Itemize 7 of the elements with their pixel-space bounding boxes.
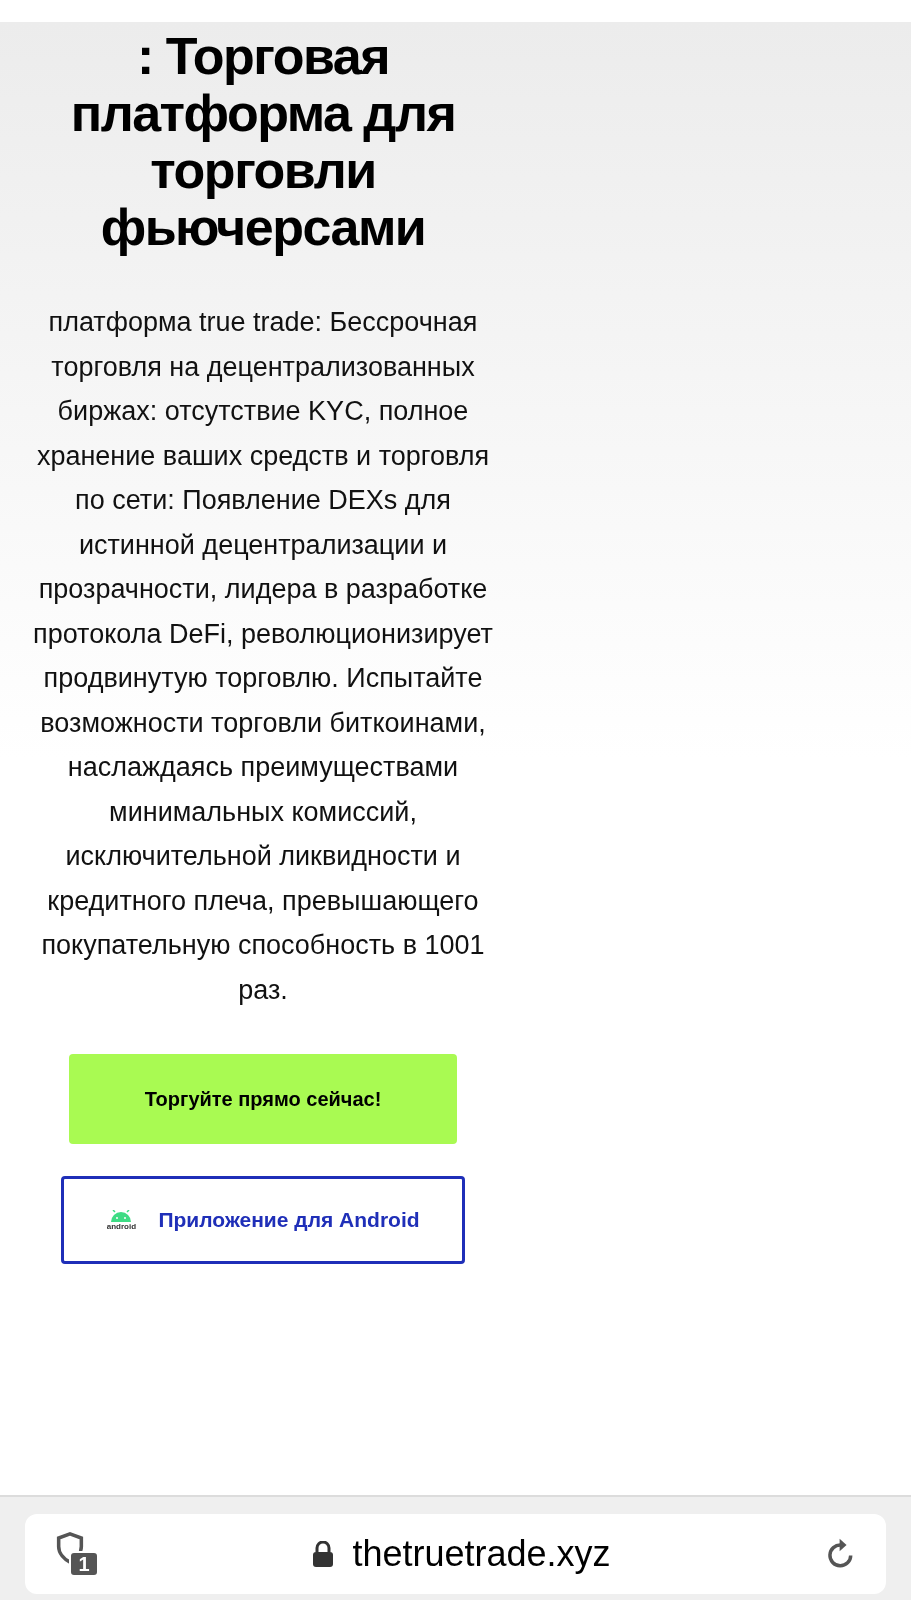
lock-icon <box>312 1541 335 1567</box>
page-title: : Торговая платформа для торговли фьючерсами <box>69 28 457 256</box>
address-bar[interactable]: 1 thetruetrade.xyz <box>25 1514 886 1594</box>
description: платформа true trade: Бессрочная торговля на децентрализованных биржах: отсутствие KYC, полное хранение ваших средств и торговля по сети: Появление DEXs для истинной децентрализации и прозрачности, лидера в разработке протокола DeFi, революционизирует продвинутую торговлю. Испытайте возможности торговли биткоинами, наслаждаясь преимуществами минимальных комиссий, исключительной ликвидности и кредитного плеча, превышающего покупательную способность в 1001 раз. <box>32 306 494 1007</box>
url-text: thetruetrade.xyz <box>352 1532 611 1576</box>
trade-now-button[interactable]: Торгуйте прямо сейчас! <box>69 1054 457 1144</box>
android-app-button[interactable]: android Приложение для Android <box>61 1176 465 1264</box>
